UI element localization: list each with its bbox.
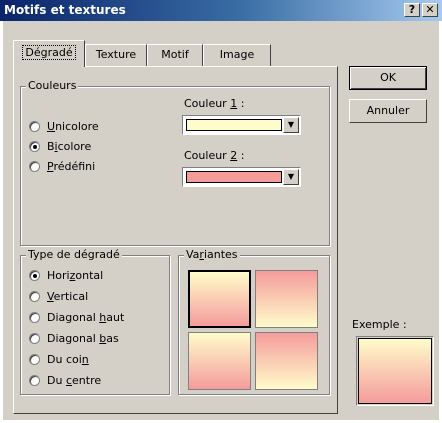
radio-from-center-label: Du centre bbox=[47, 374, 102, 387]
tab-texture-label: Texture bbox=[95, 48, 137, 61]
title-bar[interactable]: Motifs et textures ? ✕ bbox=[0, 0, 442, 21]
tab-picture[interactable]: Image bbox=[203, 44, 271, 66]
variant-1[interactable] bbox=[188, 270, 251, 328]
tab-panel-gradient: Couleurs Unicolore Bicolore Prédéfini Co… bbox=[13, 66, 338, 414]
gradient-type-group: Type de dégradé Horizontal Vertical Diagon… bbox=[20, 248, 170, 395]
variant-3[interactable] bbox=[188, 332, 251, 390]
cancel-button[interactable]: Annuler bbox=[349, 99, 427, 123]
radio-vertical-label: Vertical bbox=[47, 290, 89, 303]
radio-from-center-indicator bbox=[29, 375, 40, 386]
radio-horizontal-indicator bbox=[29, 270, 40, 281]
ok-button[interactable]: OK bbox=[349, 66, 427, 90]
variants-group: Variantes bbox=[178, 248, 330, 395]
color2-dropdown-arrow-icon[interactable]: ▼ bbox=[283, 169, 299, 185]
color1-dropdown[interactable]: ▼ bbox=[182, 115, 301, 135]
color2-swatch bbox=[186, 171, 282, 183]
preview-frame bbox=[356, 336, 434, 406]
colors-group: Couleurs Unicolore Bicolore Prédéfini Co… bbox=[20, 79, 330, 246]
radio-one-color-indicator bbox=[29, 121, 40, 132]
radio-diagonal-down-indicator bbox=[29, 333, 40, 344]
color2-dropdown[interactable]: ▼ bbox=[182, 167, 301, 187]
radio-one-color-label: Unicolore bbox=[47, 120, 99, 133]
radio-diagonal-up-label: Diagonal haut bbox=[47, 311, 125, 324]
color2-label: Couleur 2 : bbox=[184, 149, 245, 162]
tab-gradient-label: Dégradé bbox=[22, 45, 76, 60]
help-button[interactable]: ? bbox=[404, 3, 420, 17]
preview-swatch bbox=[358, 338, 432, 404]
preview-label: Exemple : bbox=[352, 318, 407, 331]
radio-preset-indicator bbox=[29, 161, 40, 172]
gradient-type-legend: Type de dégradé bbox=[26, 248, 122, 262]
tab-pattern-label: Motif bbox=[161, 48, 189, 61]
radio-vertical-indicator bbox=[29, 291, 40, 302]
tab-pattern[interactable]: Motif bbox=[147, 44, 203, 66]
fill-effects-dialog: Motifs et textures ? ✕ Dégradé Texture M… bbox=[0, 0, 442, 423]
radio-preset-label: Prédéfini bbox=[47, 160, 96, 173]
tab-gradient[interactable]: Dégradé bbox=[13, 40, 85, 67]
close-button[interactable]: ✕ bbox=[422, 3, 438, 17]
dialog-body: Dégradé Texture Motif Image Couleurs Uni… bbox=[3, 21, 439, 420]
window-title: Motifs et textures bbox=[4, 3, 126, 17]
radio-from-corner-label: Du coin bbox=[47, 353, 89, 366]
color1-label: Couleur 1 : bbox=[184, 97, 245, 110]
radio-from-corner-indicator bbox=[29, 354, 40, 365]
radio-two-colors-label: Bicolore bbox=[47, 140, 92, 153]
color1-dropdown-arrow-icon[interactable]: ▼ bbox=[283, 117, 299, 133]
tab-texture[interactable]: Texture bbox=[85, 44, 147, 66]
radio-diagonal-down-label: Diagonal bas bbox=[47, 332, 119, 345]
color1-swatch bbox=[186, 119, 282, 131]
radio-two-colors-indicator bbox=[29, 141, 40, 152]
radio-diagonal-up-indicator bbox=[29, 312, 40, 323]
variant-2[interactable] bbox=[255, 270, 318, 328]
radio-horizontal-label: Horizontal bbox=[47, 269, 104, 282]
colors-group-legend: Couleurs bbox=[26, 79, 79, 93]
tab-picture-label: Image bbox=[219, 48, 255, 61]
variant-4[interactable] bbox=[255, 332, 318, 390]
variants-legend: Variantes bbox=[184, 248, 240, 262]
